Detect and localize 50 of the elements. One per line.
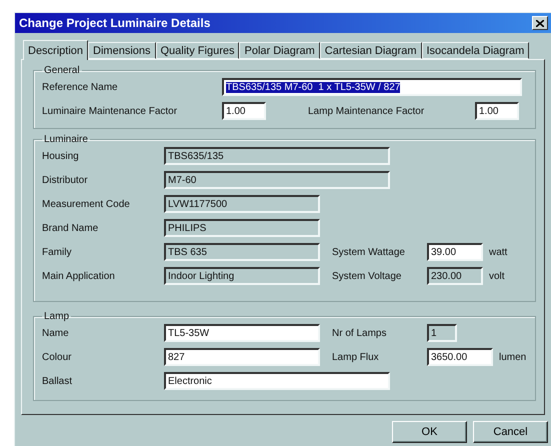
tab[interactable]: Quality Figures bbox=[156, 42, 240, 59]
cancel-button[interactable]: Cancel bbox=[473, 421, 548, 443]
ok-button[interactable]: OK bbox=[392, 421, 467, 443]
group-title: Luminaire bbox=[43, 134, 89, 145]
field-label: Luminaire Maintenance Factor bbox=[42, 106, 178, 116]
close-button[interactable] bbox=[532, 16, 548, 30]
text-field[interactable]: 39.00 bbox=[427, 243, 483, 261]
field-label: System Voltage bbox=[332, 270, 402, 282]
field-label: Measurement Code bbox=[42, 198, 131, 210]
text-field[interactable]: 1 bbox=[427, 324, 457, 342]
field-label: Nr of Lamps bbox=[332, 328, 388, 338]
text-field[interactable]: Indoor Lighting bbox=[164, 267, 320, 285]
field-value: TBS635/135 M7-60 1 x TL5-35W / 827 bbox=[226, 82, 400, 92]
unit-label: volt bbox=[489, 270, 505, 282]
text-field[interactable]: TBS 635 bbox=[164, 243, 320, 261]
text-field[interactable]: LVW1177500 bbox=[164, 195, 320, 213]
group-title: Lamp bbox=[43, 311, 70, 322]
field-label: Lamp Flux bbox=[332, 352, 380, 362]
text-field[interactable]: M7-60 bbox=[164, 171, 390, 189]
unit-label: lumen bbox=[499, 352, 526, 362]
field-label: Main Application bbox=[42, 270, 116, 282]
text-field[interactable]: 230.00 bbox=[427, 267, 483, 285]
text-field[interactable]: 1.00 bbox=[222, 102, 266, 120]
field-label: Distributor bbox=[42, 174, 89, 186]
field-label: Brand Name bbox=[42, 222, 100, 234]
close-icon bbox=[536, 20, 544, 26]
window-title: Change Project Luminaire Details bbox=[19, 16, 210, 30]
field-label: Reference Name bbox=[42, 82, 119, 92]
field-label: Housing bbox=[42, 150, 80, 162]
tab[interactable]: Dimensions bbox=[88, 42, 156, 59]
tab[interactable]: Cartesian Diagram bbox=[320, 42, 422, 59]
text-field[interactable]: TBS635/135 M7-60 1 x TL5-35W / 827 bbox=[222, 78, 522, 96]
field-label: Family bbox=[42, 246, 72, 258]
text-field[interactable]: TL5-35W bbox=[164, 324, 320, 342]
tab[interactable]: Description bbox=[23, 40, 88, 60]
text-field[interactable]: 3650.00 bbox=[427, 348, 493, 366]
unit-label: watt bbox=[489, 246, 508, 258]
text-field[interactable]: Electronic bbox=[164, 372, 390, 390]
tab[interactable]: Isocandela Diagram bbox=[422, 42, 530, 59]
field-label: System Wattage bbox=[332, 246, 406, 258]
group-title: General bbox=[43, 65, 81, 76]
field-label: Ballast bbox=[42, 376, 74, 386]
field-label: Lamp Maintenance Factor bbox=[308, 106, 426, 116]
text-field[interactable]: PHILIPS bbox=[164, 219, 320, 237]
field-label: Colour bbox=[42, 352, 72, 362]
tab[interactable]: Polar Diagram bbox=[239, 42, 320, 59]
text-field[interactable]: TBS635/135 bbox=[164, 147, 390, 165]
text-field[interactable]: 1.00 bbox=[475, 102, 519, 120]
text-field[interactable]: 827 bbox=[164, 348, 320, 366]
field-label: Name bbox=[42, 328, 70, 338]
